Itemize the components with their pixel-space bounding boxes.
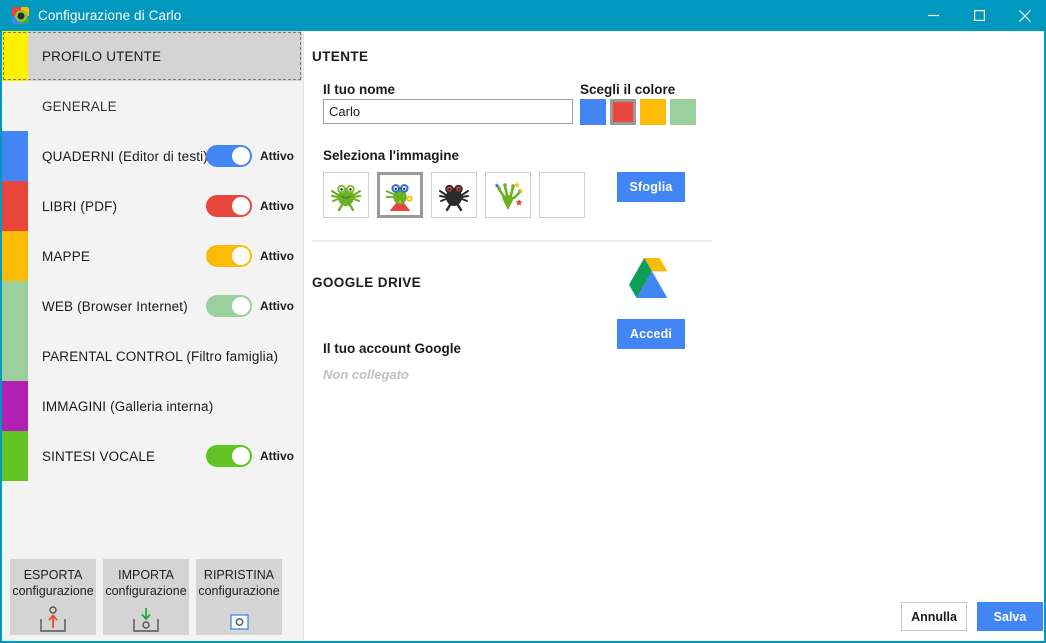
sidebar-item-label: MAPPE: [42, 248, 91, 264]
google-account-status: Non collegato: [323, 367, 409, 382]
drive-section-title: GOOGLE DRIVE: [312, 275, 422, 290]
color-chip-yellow[interactable]: [640, 99, 666, 125]
browse-image-button[interactable]: Sfoglia: [617, 172, 685, 202]
sidebar-item-mappe[interactable]: MAPPE Attivo: [2, 231, 302, 281]
sidebar-item-label: IMMAGINI (Galleria interna): [42, 398, 214, 414]
restore-config-icon: [222, 606, 256, 639]
sidebar-config-buttons: ESPORTA configurazione IMPORTA configura…: [10, 559, 282, 635]
toggle-switch[interactable]: [206, 145, 252, 167]
toggle-libri[interactable]: Attivo: [206, 195, 294, 217]
sidebar-item-libri[interactable]: LIBRI (PDF) Attivo: [2, 181, 302, 231]
import-config-line2: configurazione: [105, 584, 187, 598]
avatar-option-frog-hero[interactable]: [377, 172, 423, 218]
config-window: Configurazione di Carlo PROFILO UTENTE G…: [0, 0, 1046, 643]
sidebar-item-quaderni[interactable]: QUADERNI (Editor di testi) Attivo: [2, 131, 302, 181]
window-controls: [910, 0, 1044, 31]
export-config-icon: [36, 606, 70, 639]
export-config-line1: ESPORTA: [23, 568, 83, 582]
restore-config-button[interactable]: RIPRISTINA configurazione: [196, 559, 282, 635]
frog-green-avatar-icon: [331, 184, 361, 212]
frog-hero-avatar-icon: [385, 184, 413, 211]
cancel-button[interactable]: Annulla: [901, 602, 967, 631]
sidebar-color-swatch: [2, 281, 28, 331]
frog-sparkle-avatar-icon: [494, 182, 523, 210]
avatar-option-empty[interactable]: [539, 172, 585, 218]
name-input[interactable]: [323, 99, 573, 124]
sidebar-color-swatch: [2, 381, 28, 431]
avatar-option-frog-green[interactable]: [323, 172, 369, 218]
sidebar-item-label: SINTESI VOCALE: [42, 448, 156, 464]
avatar-option-frog-sparkle[interactable]: [485, 172, 531, 218]
sidebar-color-swatch: [2, 331, 28, 381]
toggle-web[interactable]: Attivo: [206, 295, 294, 317]
import-config-line1: IMPORTA: [118, 568, 174, 582]
frog-black-avatar-icon: [439, 184, 469, 212]
export-config-line2: configurazione: [12, 584, 94, 598]
sidebar-item-label: WEB (Browser Internet): [42, 298, 188, 314]
image-picker: [323, 172, 585, 218]
restore-config-line2: configurazione: [198, 584, 280, 598]
google-login-button[interactable]: Accedi: [617, 319, 685, 349]
export-config-button[interactable]: ESPORTA configurazione: [10, 559, 96, 635]
app-logo-icon: [12, 7, 29, 24]
sidebar-item-label: PROFILO UTENTE: [42, 48, 162, 64]
toggle-state-label: Attivo: [260, 199, 294, 213]
sidebar-item-profilo-utente[interactable]: PROFILO UTENTE: [2, 31, 302, 81]
color-chip-blue[interactable]: [580, 99, 606, 125]
sidebar-color-swatch: [2, 181, 28, 231]
title-bar: Configurazione di Carlo: [2, 0, 1044, 31]
sidebar-color-swatch: [2, 31, 28, 81]
toggle-state-label: Attivo: [260, 249, 294, 263]
google-drive-logo: [627, 256, 677, 305]
sidebar-color-swatch: [2, 131, 28, 181]
color-chip-red[interactable]: [610, 99, 636, 125]
window-title: Configurazione di Carlo: [38, 8, 182, 23]
google-account-label: Il tuo account Google: [323, 341, 461, 356]
toggle-sintesi-vocale[interactable]: Attivo: [206, 445, 294, 467]
sidebar-item-label: QUADERNI (Editor di testi): [42, 148, 208, 164]
save-button[interactable]: Salva: [977, 602, 1043, 631]
toggle-switch[interactable]: [206, 195, 252, 217]
color-chip-green[interactable]: [670, 99, 696, 125]
sidebar-color-swatch: [2, 431, 28, 481]
toggle-state-label: Attivo: [260, 449, 294, 463]
sidebar-item-label: PARENTAL CONTROL (Filtro famiglia): [42, 348, 279, 364]
toggle-switch[interactable]: [206, 295, 252, 317]
section-divider: [312, 240, 712, 242]
toggle-state-label: Attivo: [260, 149, 294, 163]
toggle-mappe[interactable]: Attivo: [206, 245, 294, 267]
color-picker: [580, 99, 696, 125]
image-picker-label: Seleziona l'immagine: [323, 148, 460, 163]
minimize-button[interactable]: [910, 0, 956, 31]
main-panel: UTENTE Il tuo nome Scegli il colore Sele…: [305, 31, 1044, 641]
toggle-state-label: Attivo: [260, 299, 294, 313]
color-picker-label: Scegli il colore: [580, 82, 676, 97]
sidebar-color-swatch: [2, 231, 28, 281]
import-config-icon: [129, 606, 163, 639]
user-section-title: UTENTE: [312, 49, 369, 64]
sidebar-item-label: GENERALE: [42, 98, 117, 114]
sidebar-item-parental-control[interactable]: PARENTAL CONTROL (Filtro famiglia): [2, 331, 302, 381]
sidebar-color-swatch: [2, 81, 28, 131]
maximize-button[interactable]: [956, 0, 1002, 31]
restore-config-line1: RIPRISTINA: [203, 568, 275, 582]
sidebar: PROFILO UTENTE GENERALE QUADERNI (Editor…: [2, 31, 304, 641]
import-config-button[interactable]: IMPORTA configurazione: [103, 559, 189, 635]
sidebar-item-generale: GENERALE: [2, 81, 302, 131]
toggle-switch[interactable]: [206, 445, 252, 467]
sidebar-item-sintesi-vocale[interactable]: SINTESI VOCALE Attivo: [2, 431, 302, 481]
sidebar-item-label: LIBRI (PDF): [42, 198, 118, 214]
sidebar-item-web[interactable]: WEB (Browser Internet) Attivo: [2, 281, 302, 331]
close-button[interactable]: [1002, 0, 1044, 31]
name-field-label: Il tuo nome: [323, 82, 395, 97]
avatar-option-frog-black[interactable]: [431, 172, 477, 218]
toggle-quaderni[interactable]: Attivo: [206, 145, 294, 167]
sidebar-item-immagini[interactable]: IMMAGINI (Galleria interna): [2, 381, 302, 431]
toggle-switch[interactable]: [206, 245, 252, 267]
